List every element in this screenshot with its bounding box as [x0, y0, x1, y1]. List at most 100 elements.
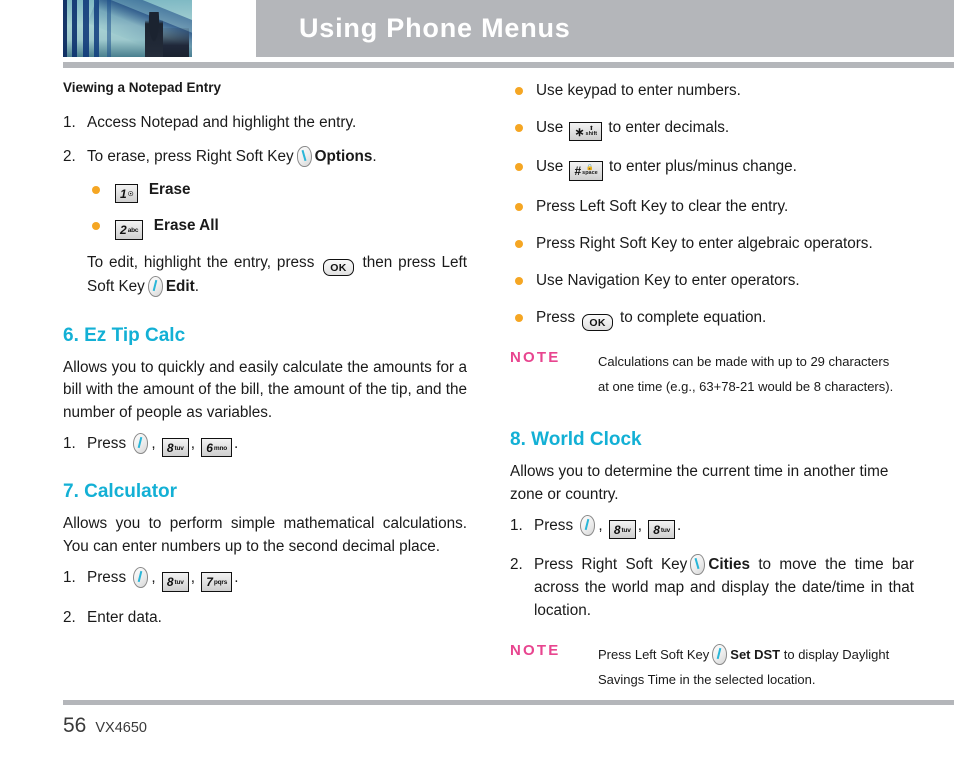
- list-item: 2. To erase, press Right Soft Key Options…: [63, 145, 467, 168]
- key-hash-space-icon: # 🔒 space: [569, 161, 603, 181]
- list-item: 1. Access Notepad and highlight the entr…: [63, 111, 467, 134]
- softkey-label-options: Options: [314, 148, 373, 165]
- ok-key-icon: OK: [323, 259, 354, 277]
- list-item: 1. Press , 8tuv, 7pqrs.: [63, 566, 467, 592]
- key-star-shift-icon: ∗ ⬆ shift: [569, 122, 603, 142]
- note-line-2: at one time (e.g., 63+78-21 would be 8 c…: [598, 379, 894, 395]
- right-column: Use keypad to enter numbers. Use ∗ ⬆ shift…: [510, 80, 914, 692]
- bullet-text: Press Right Soft Key to enter algebraic …: [536, 234, 873, 252]
- list-item: Press Left Soft Key to clear the entry.: [510, 196, 914, 218]
- bullet-dot-icon: [92, 222, 100, 231]
- list-item: 1. Press , 8tuv, 6mno.: [63, 432, 467, 458]
- bullet-dot-icon: [92, 186, 100, 194]
- step-number: 2.: [510, 556, 523, 574]
- step-number: 1.: [63, 114, 76, 131]
- bullet-text-before: Use: [536, 158, 564, 176]
- bullet-dot-icon: [515, 163, 523, 172]
- edit-instruction-paragraph: To edit, highlight the entry, press OK t…: [87, 252, 467, 299]
- page-footer: 56 VX4650: [63, 714, 147, 738]
- section-heading-world-clock: 8. World Clock: [510, 429, 642, 451]
- key-1-icon: 1☉: [115, 184, 139, 204]
- right-soft-key-icon: [690, 554, 706, 576]
- step-text: Access Notepad and highlight the entry.: [87, 114, 357, 131]
- section6-body: Allows you to quickly and easily calcula…: [63, 358, 467, 421]
- model-name: VX4650: [95, 720, 147, 736]
- key-6-mno-icon: 6mno: [201, 438, 233, 458]
- bullet-text-before: Use: [536, 119, 564, 136]
- key-2-abc-icon: 2abc: [115, 220, 144, 240]
- step-number: 2.: [63, 148, 76, 165]
- bullet-text: Use Navigation Key to enter operators.: [536, 271, 800, 289]
- header-divider: [63, 62, 954, 68]
- softkey-label-set-dst: Set DST: [730, 647, 781, 663]
- bullet-dot-icon: [515, 87, 523, 95]
- step-number: 2.: [63, 608, 76, 626]
- step-number: 1.: [63, 569, 76, 587]
- edit-text-before: To edit, highlight the entry, press: [87, 253, 315, 271]
- note-label: NOTE: [510, 349, 561, 367]
- note-label: NOTE: [510, 642, 561, 660]
- option-label-erase: Erase: [148, 181, 191, 198]
- page-header: Using Phone Menus: [63, 0, 954, 57]
- left-column: Viewing a Notepad Entry 1. Access Notepa…: [63, 80, 467, 640]
- section7-steps: 1. Press , 8tuv, 7pqrs. 2. Enter data.: [63, 566, 467, 628]
- step-text: Enter data.: [87, 608, 162, 626]
- left-soft-key-icon: [580, 515, 596, 537]
- key-8-tuv-icon: 8tuv: [608, 520, 636, 540]
- left-soft-key-icon: [133, 433, 149, 455]
- section-heading-calculator: 7. Calculator: [63, 481, 178, 503]
- manual-page: Using Phone Menus Viewing a Notepad Entr…: [0, 0, 954, 764]
- list-item: Use ∗ ⬆ shift to enter decimals.: [510, 117, 914, 142]
- bullet-dot-icon: [515, 124, 523, 132]
- header-photo-stripes: [63, 0, 192, 57]
- note-text-before: Press Left Soft Key: [598, 647, 710, 663]
- section7-body: Allows you to perform simple mathematica…: [63, 515, 467, 555]
- step-text-end: .: [372, 148, 377, 165]
- bullet-dot-icon: [515, 239, 523, 248]
- bullet-dot-icon: [515, 276, 523, 285]
- softkey-label-edit: Edit: [165, 278, 195, 296]
- calculator-bullets-list: Use keypad to enter numbers. Use ∗ ⬆ shift…: [510, 80, 914, 332]
- list-item: Use # 🔒 space to enter plus/minus change.: [510, 156, 914, 181]
- step-number: 1.: [63, 435, 76, 453]
- bullet-text-after: to complete equation.: [619, 308, 767, 326]
- key-8-tuv-icon: 8tuv: [648, 520, 676, 540]
- right-soft-key-icon: [296, 146, 312, 167]
- list-item: Use keypad to enter numbers.: [510, 80, 914, 102]
- list-item: Press OK to complete equation.: [510, 307, 914, 332]
- left-soft-key-icon: [712, 644, 728, 666]
- subheading-viewing-notepad-entry: Viewing a Notepad Entry: [63, 80, 222, 95]
- left-soft-key-icon: [147, 276, 163, 298]
- list-item: Press Right Soft Key to enter algebraic …: [510, 233, 914, 255]
- erase-options-block: 1☉ Erase 2abc Erase All To edit, highlig…: [87, 179, 467, 299]
- step-text: To erase, press Right Soft Key: [87, 148, 294, 165]
- list-item: 1. Press , 8tuv, 8tuv.: [510, 514, 914, 540]
- softkey-label-cities: Cities: [708, 556, 750, 574]
- list-item: 1☉ Erase: [87, 179, 467, 204]
- step-text: Press: [534, 517, 574, 535]
- note-text: Press Left Soft Key Set DST to display Da…: [598, 642, 914, 692]
- step-text-before: Press Right Soft Key: [534, 556, 688, 574]
- footer-divider: [63, 700, 954, 705]
- note-set-dst: NOTE Press Left Soft Key Set DST to displ…: [510, 642, 914, 692]
- step-number: 1.: [510, 517, 523, 535]
- note-text-after: to display Daylight: [783, 647, 890, 663]
- key-8-tuv-icon: 8tuv: [161, 438, 189, 458]
- step-end: .: [677, 517, 682, 535]
- key-7-pqrs-icon: 7pqrs: [201, 572, 233, 592]
- note-text: Calculations can be made with up to 29 c…: [598, 349, 914, 399]
- list-item: 2. Press Right Soft Key Cities to move th…: [510, 553, 914, 622]
- option-label-erase-all: Erase All: [153, 217, 219, 235]
- page-number: 56: [63, 714, 87, 737]
- erase-options-list: 1☉ Erase 2abc Erase All: [87, 179, 467, 240]
- header-photo: [63, 0, 192, 57]
- key-8-tuv-icon: 8tuv: [161, 572, 189, 592]
- bullet-text-before: Press: [536, 308, 576, 326]
- note-line-2: Savings Time in the selected location.: [598, 672, 816, 688]
- bullet-text-after: to enter decimals.: [608, 119, 730, 136]
- step-end: .: [234, 569, 239, 587]
- bullet-text: Use keypad to enter numbers.: [536, 82, 741, 99]
- edit-text-after: .: [194, 278, 199, 296]
- section8-body: Allows you to determine the current time…: [510, 463, 889, 503]
- bullet-dot-icon: [515, 202, 523, 211]
